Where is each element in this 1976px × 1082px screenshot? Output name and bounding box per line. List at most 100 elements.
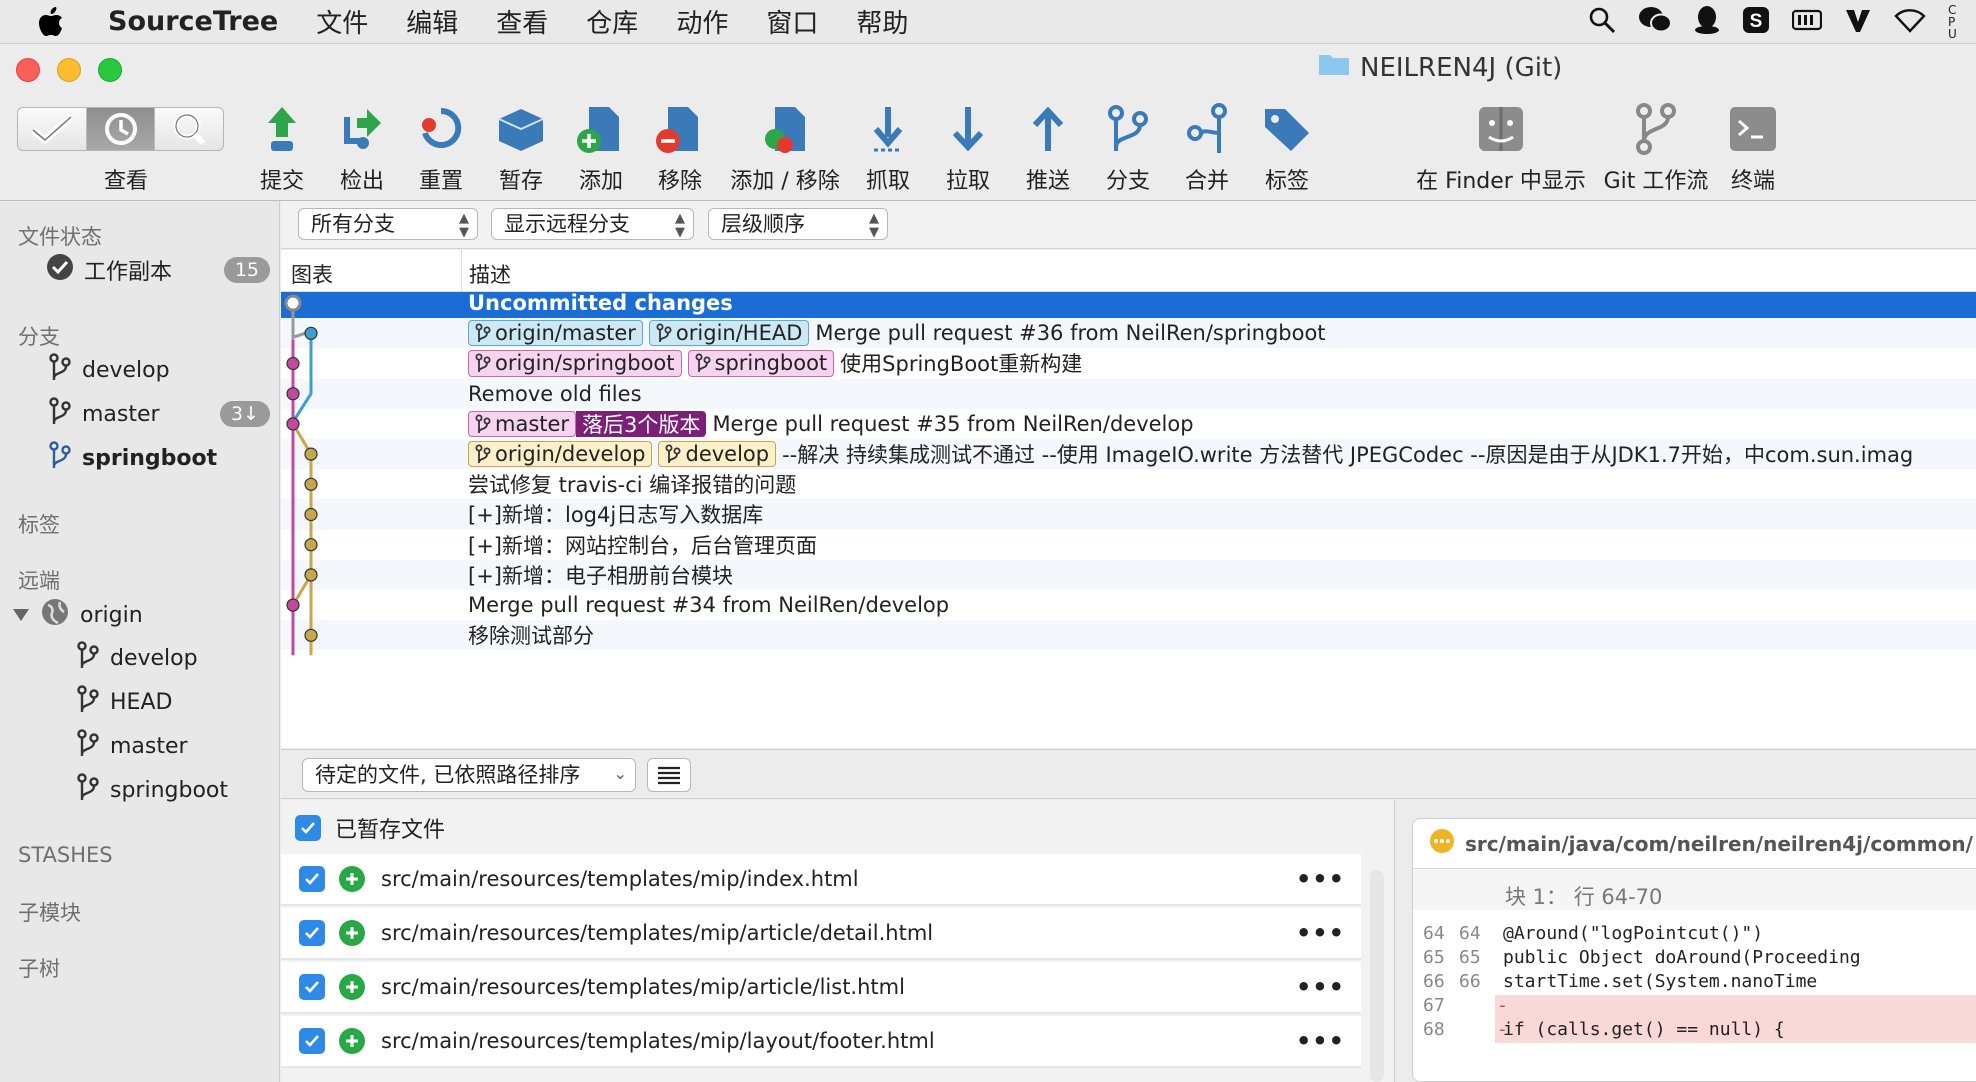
terminal-button[interactable]: 终端 [1713, 95, 1793, 201]
merge-button[interactable]: 合并 [1167, 95, 1247, 201]
add-button[interactable]: 添加 [561, 95, 641, 201]
sidebar-item-origin-master[interactable]: master [76, 729, 188, 763]
sidebar-item-springboot[interactable]: springboot [48, 441, 217, 475]
file-checkbox[interactable] [299, 920, 325, 946]
pull-button[interactable]: 拉取 [928, 95, 1008, 201]
file-options-button[interactable]: ••• [1296, 1027, 1345, 1055]
files-scrollbar[interactable] [1370, 870, 1384, 1082]
commit-row[interactable]: [+]新增：网站控制台，后台管理页面 [281, 530, 1976, 560]
disclosure-triangle-icon[interactable] [12, 603, 30, 628]
branch-tag[interactable]: master [468, 410, 577, 437]
file-checkbox[interactable] [299, 866, 325, 892]
commit-row[interactable]: Remove old files [281, 378, 1976, 409]
commit-node[interactable] [304, 568, 318, 582]
fetch-button[interactable]: 抓取 [848, 95, 928, 201]
menu-help[interactable]: 帮助 [856, 3, 908, 40]
menu-app-name[interactable]: SourceTree [108, 6, 278, 37]
file-checkbox[interactable] [299, 1028, 325, 1054]
show-in-finder-button[interactable]: 在 Finder 中显示 [1411, 95, 1591, 201]
staged-file-row[interactable]: src/main/resources/templates/mip/article… [281, 908, 1361, 960]
sidebar-item-origin[interactable]: origin [12, 597, 143, 633]
commit-node[interactable] [304, 538, 318, 552]
branch-tag[interactable]: origin/develop [468, 441, 653, 468]
zoom-window-button[interactable] [98, 58, 122, 82]
commit-row[interactable]: 移除测试部分 [281, 620, 1976, 651]
wechat-icon[interactable] [1638, 6, 1672, 38]
file-sort-select[interactable]: 待定的文件, 已依照路径排序 ⌄ [302, 758, 636, 792]
view-file-status-button[interactable] [18, 108, 87, 150]
apple-menu-icon[interactable] [38, 0, 78, 44]
stash-button[interactable]: 暂存 [481, 95, 561, 201]
menu-actions[interactable]: 动作 [676, 3, 728, 40]
commit-node[interactable] [304, 628, 318, 642]
branch-tag[interactable]: origin/springboot [468, 350, 682, 377]
close-window-button[interactable] [16, 58, 40, 82]
commit-button[interactable]: 提交 [242, 95, 322, 201]
commit-row[interactable]: [+]新增：电子相册前台模块 [281, 559, 1976, 590]
staged-file-row[interactable]: src/main/resources/templates/mip/article… [281, 962, 1361, 1014]
view-search-button[interactable] [155, 108, 223, 150]
git-flow-button[interactable]: Git 工作流 [1596, 95, 1716, 201]
sidebar-item-origin-develop[interactable]: develop [76, 641, 198, 675]
staged-file-row[interactable]: src/main/resources/templates/mip/index.h… [281, 854, 1361, 906]
checkout-button[interactable]: 检出 [322, 95, 402, 201]
sogou-icon[interactable]: S [1742, 6, 1770, 38]
branch-tag[interactable]: springboot [687, 350, 835, 377]
commit-node[interactable] [286, 598, 300, 612]
staged-file-row[interactable]: src/main/resources/templates/mip/layout/… [281, 1016, 1361, 1068]
sidebar-item-develop[interactable]: develop [48, 353, 170, 387]
branch-tag[interactable]: origin/master [468, 320, 643, 347]
file-options-button[interactable]: ••• [1296, 865, 1345, 893]
wifi-icon[interactable] [1894, 7, 1926, 37]
reset-button[interactable]: 重置 [401, 95, 481, 201]
minimize-window-button[interactable] [57, 58, 81, 82]
search-icon[interactable] [1588, 6, 1616, 38]
file-options-button[interactable]: ••• [1296, 919, 1345, 947]
commit-node[interactable] [304, 507, 318, 522]
file-options-button[interactable]: ••• [1296, 973, 1345, 1001]
order-select[interactable]: 层级顺序 ▲ ▼ [708, 208, 888, 240]
menu-repository[interactable]: 仓库 [586, 3, 638, 40]
commit-node[interactable] [304, 326, 318, 340]
sidebar-item-origin-head[interactable]: HEAD [76, 685, 172, 719]
commit-node[interactable] [286, 387, 300, 401]
menu-file[interactable]: 文件 [316, 3, 368, 40]
commit-node[interactable] [284, 294, 302, 312]
list-view-button[interactable] [647, 758, 691, 792]
staged-all-checkbox[interactable] [295, 815, 321, 841]
branch-tag[interactable]: origin/HEAD [648, 320, 810, 347]
tag-button[interactable]: 标签 [1247, 95, 1327, 201]
commit-row[interactable]: master 落后3个版本 Merge pull request #35 from … [281, 409, 1976, 439]
branch-filter-select[interactable]: 所有分支 ▲ ▼ [298, 208, 478, 240]
graph-column-header[interactable]: 图表 [291, 259, 333, 289]
description-column-header[interactable]: 描述 [469, 259, 511, 289]
vim-icon[interactable] [1844, 6, 1872, 38]
view-history-button[interactable] [86, 108, 156, 150]
sidebar-item-master[interactable]: master 3↓ [48, 397, 278, 431]
commit-node[interactable] [286, 417, 300, 431]
menu-edit[interactable]: 编辑 [406, 3, 458, 40]
file-checkbox[interactable] [299, 974, 325, 1000]
sidebar-item-working-copy[interactable]: 工作副本 15 [46, 253, 278, 287]
remote-filter-select[interactable]: 显示远程分支 ▲ ▼ [491, 208, 694, 240]
commit-row[interactable]: Merge pull request #34 from NeilRen/deve… [281, 590, 1976, 620]
commit-row[interactable]: origin/develop develop --解决 持续集成测试不通过 --使用… [281, 439, 1976, 470]
commit-row[interactable]: 尝试修复 travis-ci 编译报错的问题 [281, 469, 1976, 499]
qq-icon[interactable] [1694, 5, 1720, 39]
commit-row[interactable]: Uncommitted changes [281, 292, 1976, 319]
push-button[interactable]: 推送 [1008, 95, 1088, 201]
commit-node[interactable] [304, 477, 318, 491]
branch-tag[interactable]: develop [658, 441, 777, 468]
commit-row[interactable]: [+]新增：log4j日志写入数据库 [281, 499, 1976, 530]
commit-row[interactable]: origin/master origin/HEAD Merge pull reque… [281, 318, 1976, 349]
cpu-icon[interactable]: CPU [1948, 4, 1962, 40]
menu-view[interactable]: 查看 [496, 3, 548, 40]
commit-node[interactable] [304, 447, 318, 461]
sidebar-item-origin-springboot[interactable]: springboot [76, 773, 228, 807]
commit-node[interactable] [286, 356, 300, 371]
add-remove-button[interactable]: 添加 / 移除 [707, 95, 863, 201]
commit-row[interactable]: origin/springboot springboot 使用SpringBoot重… [281, 348, 1976, 378]
menu-window[interactable]: 窗口 [766, 3, 818, 40]
branch-button[interactable]: 分支 [1088, 95, 1168, 201]
memory-icon[interactable] [1791, 8, 1823, 36]
